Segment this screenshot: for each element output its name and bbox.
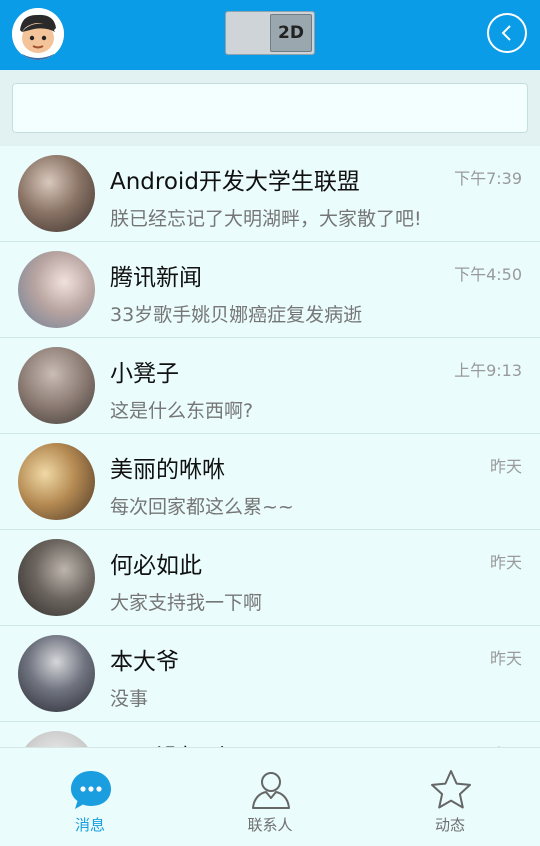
back-button[interactable]: [487, 13, 527, 53]
top-bar: 2D: [0, 0, 540, 70]
tab-messages[interactable]: 消息: [0, 748, 180, 846]
conversation-name: 小凳子: [110, 361, 179, 387]
contact-avatar: [18, 155, 95, 232]
conversation-time: 下午7:39: [454, 169, 522, 188]
conversation-preview: 每次回家都这么累~~: [110, 496, 294, 518]
conversation-time: 下午4:50: [454, 265, 522, 284]
conversation-name: Android开发大学生联盟: [110, 169, 360, 195]
conversation-item[interactable]: 何必如此 大家支持我一下啊 昨天: [0, 530, 540, 626]
contact-avatar: [18, 731, 95, 747]
chevron-left-icon: [501, 25, 511, 41]
star-icon: [429, 768, 473, 812]
contact-avatar: [18, 635, 95, 712]
conversation-name: 腾讯新闻: [110, 265, 202, 291]
conversation-item[interactable]: 小凳子 这是什么东西啊? 上午9:13: [0, 338, 540, 434]
conversation-name: 美丽的咻咻: [110, 457, 225, 483]
conversation-item[interactable]: 万万没想到 昨天: [0, 722, 540, 747]
conversation-time: 昨天: [489, 457, 522, 476]
user-avatar[interactable]: [12, 8, 64, 60]
conversation-preview: 朕已经忘记了大明湖畔，大家散了吧!: [110, 208, 422, 230]
cartoon-avatar-icon: [12, 8, 64, 60]
conversation-preview: 大家支持我一下啊: [110, 592, 263, 614]
conversation-name: 万万没想到: [110, 738, 225, 747]
view-mode-toggle[interactable]: 2D: [225, 11, 315, 55]
search-input[interactable]: [12, 83, 528, 133]
conversation-item[interactable]: 腾讯新闻 33岁歌手姚贝娜癌症复发病逝 下午4:50: [0, 242, 540, 338]
tab-contacts[interactable]: 联系人: [180, 748, 360, 846]
contact-avatar: [18, 443, 95, 520]
conversation-item[interactable]: 美丽的咻咻 每次回家都这么累~~ 昨天: [0, 434, 540, 530]
conversation-item[interactable]: 本大爷 没事 昨天: [0, 626, 540, 722]
search-bar: [0, 70, 540, 146]
conversation-item[interactable]: Android开发大学生联盟 朕已经忘记了大明湖畔，大家散了吧! 下午7:39: [0, 146, 540, 242]
conversation-time: 昨天: [489, 649, 522, 668]
tab-label: 联系人: [247, 816, 293, 834]
person-icon: [249, 768, 293, 812]
conversation-list[interactable]: Android开发大学生联盟 朕已经忘记了大明湖畔，大家散了吧! 下午7:39 …: [0, 146, 540, 747]
conversation-preview: 这是什么东西啊?: [110, 400, 254, 422]
chat-bubble-icon: [69, 768, 113, 812]
tab-label: 动态: [434, 816, 465, 834]
tab-label: 消息: [74, 816, 105, 834]
toggle-knob: 2D: [270, 14, 312, 52]
tab-moments[interactable]: 动态: [360, 748, 540, 846]
conversation-name: 何必如此: [110, 553, 202, 579]
conversation-time: 上午9:13: [454, 361, 522, 380]
conversation-preview: 没事: [110, 688, 149, 710]
conversation-preview: 33岁歌手姚贝娜癌症复发病逝: [110, 304, 363, 326]
bottom-tab-bar: 消息 联系人 动态: [0, 747, 540, 846]
conversation-time: 昨天: [489, 553, 522, 572]
contact-avatar: [18, 539, 95, 616]
conversation-name: 本大爷: [110, 649, 179, 675]
contact-avatar: [18, 347, 95, 424]
contact-avatar: [18, 251, 95, 328]
